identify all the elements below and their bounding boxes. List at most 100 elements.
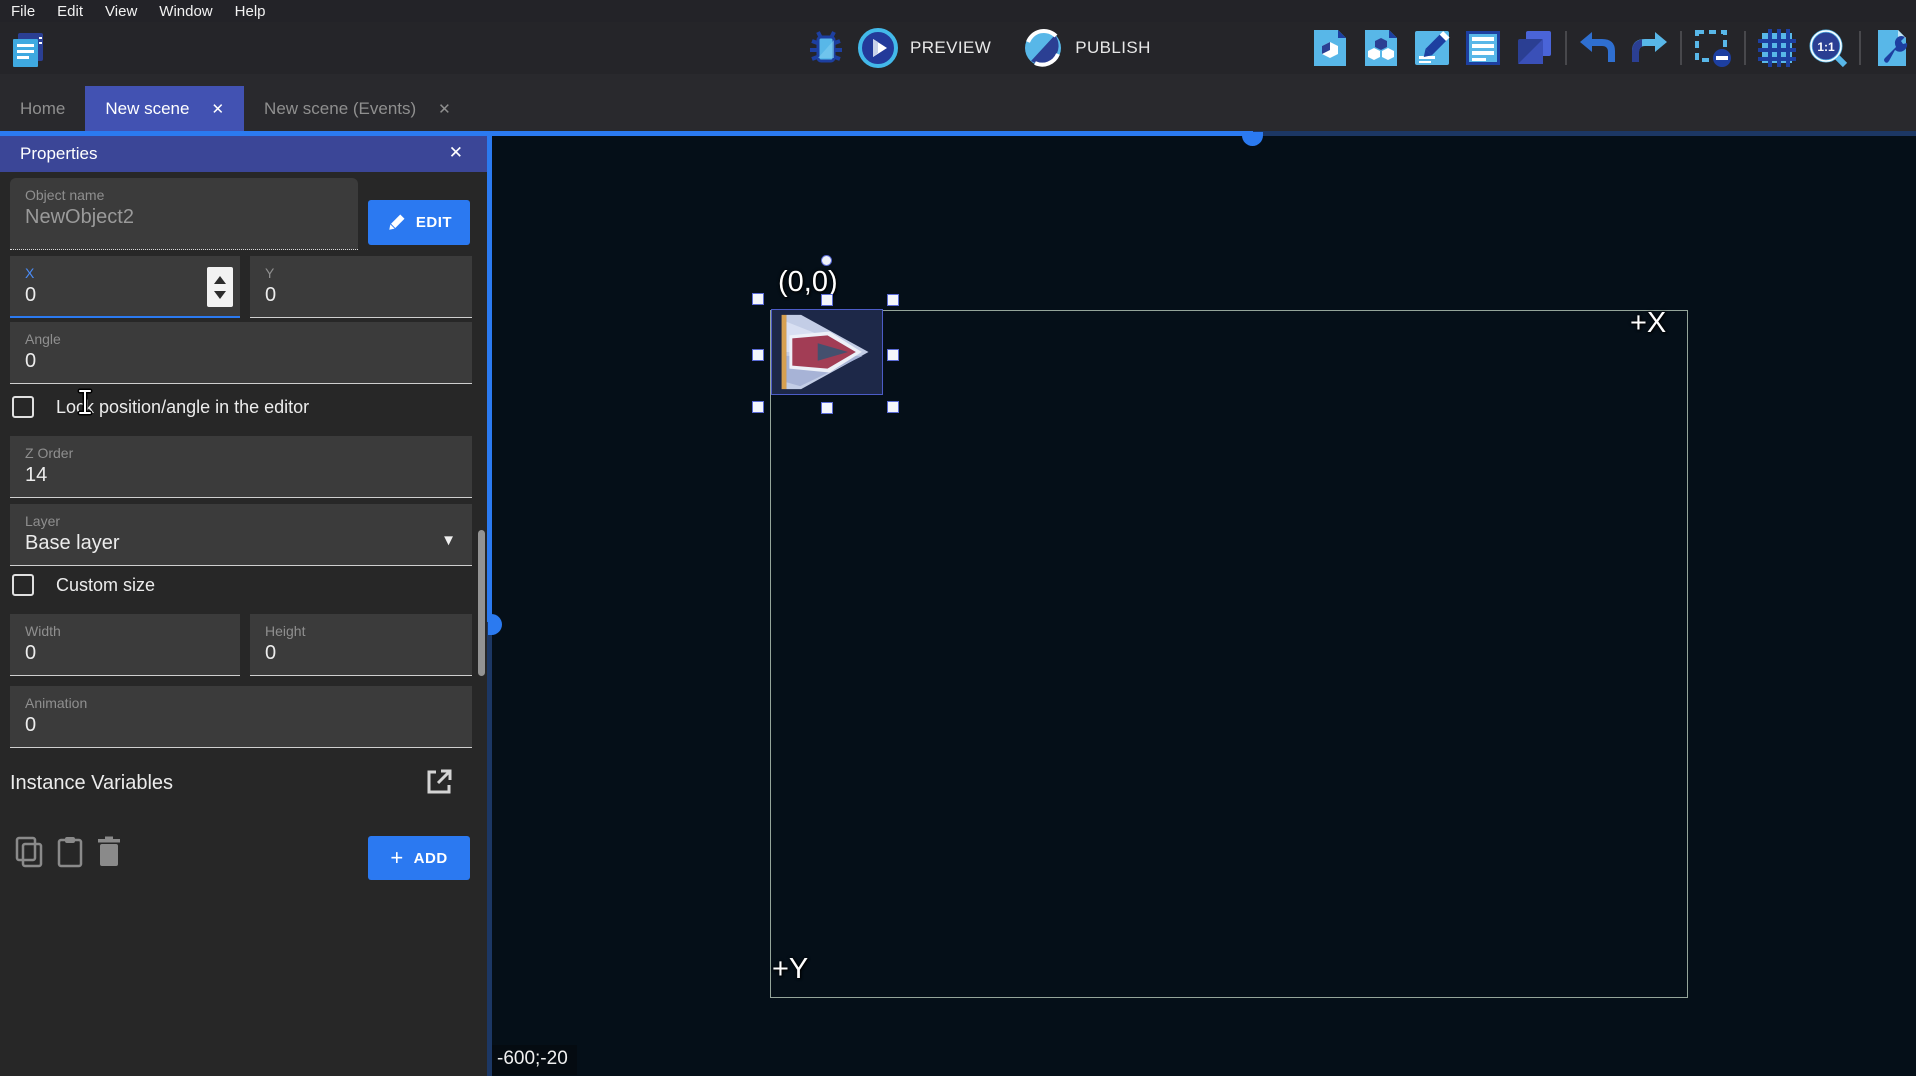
menu-help[interactable]: Help xyxy=(235,3,266,20)
paste-icon[interactable] xyxy=(56,836,84,873)
open-in-new-icon[interactable] xyxy=(425,768,453,801)
project-manager-icon[interactable] xyxy=(8,30,48,70)
tab-new-scene[interactable]: New scene ✕ xyxy=(85,86,244,131)
stepper-down-icon[interactable] xyxy=(214,291,226,299)
menu-bar: File Edit View Window Help xyxy=(0,0,1916,22)
preview-label[interactable]: PREVIEW xyxy=(910,38,991,58)
instances-list-icon[interactable] xyxy=(1463,28,1503,68)
layer-value: Base layer xyxy=(25,532,457,555)
canvas-hscroll-track[interactable] xyxy=(1253,131,1916,136)
object-name-value: NewObject2 xyxy=(25,206,343,229)
menu-view[interactable]: View xyxy=(105,3,137,20)
toolbar-separator xyxy=(1744,31,1746,65)
objects-list-icon[interactable] xyxy=(1310,28,1350,68)
toolbar-separator xyxy=(1565,31,1567,65)
height-field[interactable]: Height 0 xyxy=(250,614,472,676)
object-name-field: Object name NewObject2 xyxy=(10,178,358,250)
preview-play-icon[interactable] xyxy=(858,28,898,68)
menu-file[interactable]: File xyxy=(11,3,35,20)
grid-icon[interactable] xyxy=(1757,28,1797,68)
custom-size-checkbox[interactable] xyxy=(12,574,34,596)
toolbar-separator xyxy=(1859,31,1861,65)
resize-handle-mid-left[interactable] xyxy=(752,349,764,361)
toolbar-center: PREVIEW PUBLISH xyxy=(806,28,1171,68)
resize-handle-top-right[interactable] xyxy=(887,294,899,306)
rotate-handle[interactable] xyxy=(821,255,832,266)
resize-handle-top-left[interactable] xyxy=(752,293,764,305)
toolbar-separator xyxy=(1680,31,1682,65)
resize-handle-bottom-left[interactable] xyxy=(752,401,764,413)
properties-panel-header: Properties ✕ xyxy=(0,136,487,172)
properties-panel: Properties ✕ Object name NewObject2 EDIT… xyxy=(0,136,487,1076)
zoom-ratio-text: 1:1 xyxy=(1817,40,1835,54)
tab-label: New scene (Events) xyxy=(264,99,416,119)
width-value: 0 xyxy=(25,642,225,665)
layer-label: Layer xyxy=(25,513,457,529)
menu-window[interactable]: Window xyxy=(159,3,212,20)
x-field-stepper[interactable] xyxy=(207,267,233,307)
edit-button[interactable]: EDIT xyxy=(368,200,470,245)
angle-field[interactable]: Angle 0 xyxy=(10,322,472,384)
chevron-down-icon[interactable]: ▼ xyxy=(441,532,456,549)
lock-position-checkbox[interactable] xyxy=(12,396,34,418)
mask-icon[interactable] xyxy=(1693,28,1733,68)
selected-sprite-instance[interactable] xyxy=(771,309,883,395)
debug-icon[interactable] xyxy=(806,28,846,68)
pencil-icon xyxy=(386,213,406,233)
tab-bar: Home New scene ✕ New scene (Events) ✕ xyxy=(0,74,1916,131)
angle-field-value: 0 xyxy=(25,350,457,373)
animation-value: 0 xyxy=(25,714,457,737)
publish-label[interactable]: PUBLISH xyxy=(1075,38,1151,58)
y-field-label: Y xyxy=(265,265,457,281)
angle-field-label: Angle xyxy=(25,331,457,347)
z-order-field[interactable]: Z Order 14 xyxy=(10,436,472,498)
z-order-value: 14 xyxy=(25,464,457,487)
resize-handle-mid-right[interactable] xyxy=(887,349,899,361)
height-value: 0 xyxy=(265,642,457,665)
resize-handle-bottom-center[interactable] xyxy=(821,402,833,414)
zoom-original-icon[interactable]: 1:1 xyxy=(1808,28,1848,68)
instance-variables-toolbar xyxy=(14,836,122,873)
resize-handle-top-center[interactable] xyxy=(821,294,833,306)
add-button-label: ADD xyxy=(414,850,448,867)
delete-icon[interactable] xyxy=(96,836,122,873)
stepper-up-icon[interactable] xyxy=(214,276,226,284)
object-groups-icon[interactable] xyxy=(1361,28,1401,68)
layers-icon[interactable] xyxy=(1514,28,1554,68)
z-order-label: Z Order xyxy=(25,445,457,461)
panel-scrollbar[interactable] xyxy=(478,530,485,676)
resize-handle-bottom-right[interactable] xyxy=(887,401,899,413)
plus-icon: + xyxy=(390,845,403,871)
width-field[interactable]: Width 0 xyxy=(10,614,240,676)
close-icon[interactable]: ✕ xyxy=(211,100,224,118)
undo-icon[interactable] xyxy=(1578,28,1618,68)
canvas-vscroll-track[interactable] xyxy=(487,622,492,1076)
project-settings-icon[interactable] xyxy=(1872,28,1912,68)
edit-button-label: EDIT xyxy=(416,214,452,231)
tab-new-scene-events[interactable]: New scene (Events) ✕ xyxy=(244,86,471,131)
copy-icon[interactable] xyxy=(14,836,44,873)
publish-icon[interactable] xyxy=(1023,28,1063,68)
x-field[interactable]: X 0 xyxy=(10,256,240,318)
add-variable-button[interactable]: + ADD xyxy=(368,836,470,880)
canvas-hscroll-track-active[interactable] xyxy=(0,131,1253,136)
menu-edit[interactable]: Edit xyxy=(57,3,83,20)
x-axis-label: +X xyxy=(1630,307,1666,340)
animation-field[interactable]: Animation 0 xyxy=(10,686,472,748)
instance-variables-title: Instance Variables xyxy=(10,772,173,795)
tab-home[interactable]: Home xyxy=(0,86,85,131)
panel-title: Properties xyxy=(20,144,97,164)
layer-select[interactable]: Layer Base layer ▼ xyxy=(10,504,472,566)
close-icon[interactable]: ✕ xyxy=(438,100,451,118)
edit-scene-icon[interactable] xyxy=(1412,28,1452,68)
ibeam-cursor xyxy=(76,388,94,421)
animation-label: Animation xyxy=(25,695,457,711)
custom-size-row: Custom size xyxy=(12,574,155,596)
close-icon[interactable]: ✕ xyxy=(449,143,463,163)
y-field[interactable]: Y 0 xyxy=(250,256,472,318)
width-label: Width xyxy=(25,623,225,639)
tab-label: New scene xyxy=(105,99,189,119)
redo-icon[interactable] xyxy=(1629,28,1669,68)
canvas-vscroll-track-active[interactable] xyxy=(487,136,492,622)
toolbar: PREVIEW PUBLISH xyxy=(0,22,1916,74)
